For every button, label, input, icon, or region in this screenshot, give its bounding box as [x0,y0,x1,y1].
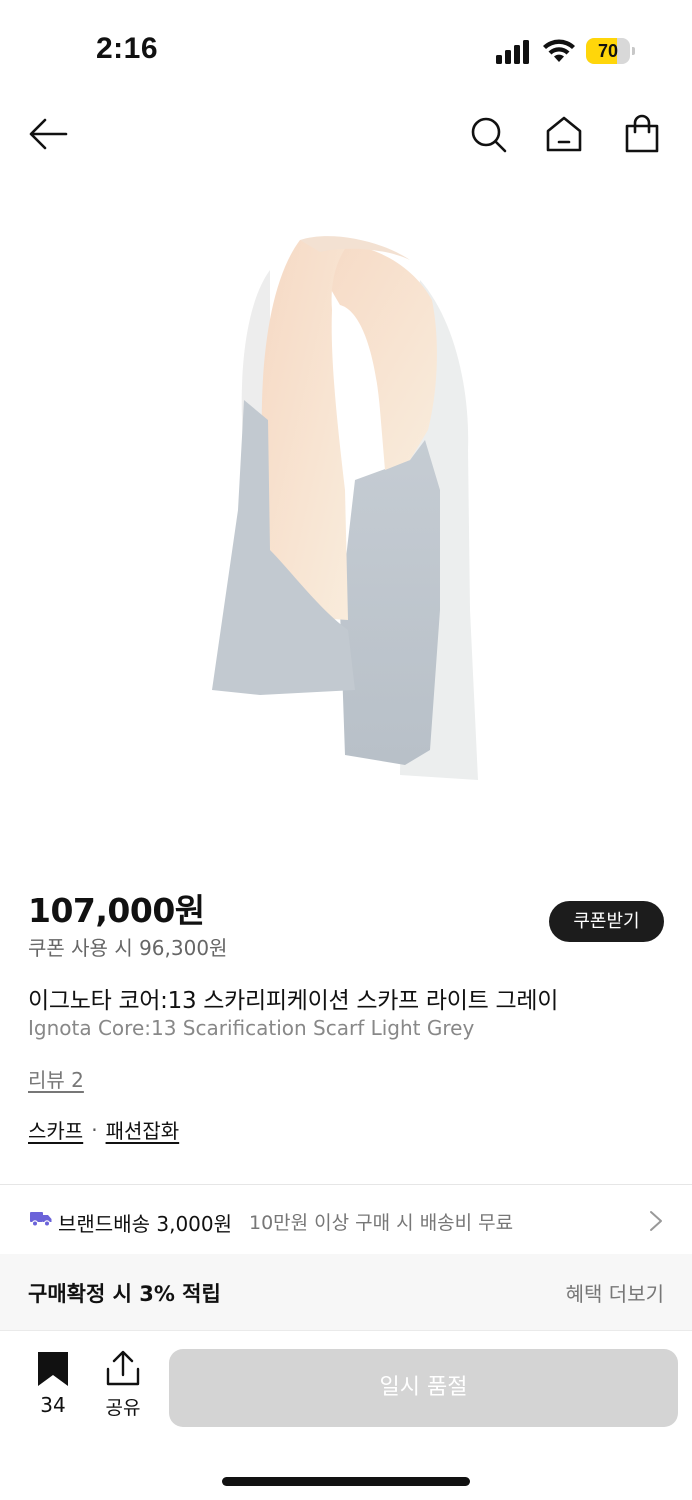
share-button[interactable]: 공유 [98,1350,148,1421]
shipping-info-row[interactable]: 브랜드배송 3,000원 10만원 이상 구매 시 배송비 무료 [0,1186,692,1254]
status-time: 2:16 [96,32,159,65]
search-button[interactable] [466,112,510,156]
coupon-price: 쿠폰 사용 시 96,300원 [28,936,228,960]
bookmark-button[interactable]: 34 [28,1351,78,1421]
divider [0,1184,692,1185]
review-link[interactable]: 리뷰 2 [28,1064,84,1093]
arrow-left-icon [29,118,68,150]
bookmark-icon [38,1352,68,1386]
home-indicator [222,1477,470,1486]
product-price: 107,000원 [28,891,205,930]
home-icon [546,116,582,152]
product-title-english: Ignota Core:13 Scarification Scarf Light… [28,1016,475,1040]
category-link-accessories[interactable]: 패션잡화 [106,1115,180,1144]
bottom-action-bar: 34 공유 일시 품절 [0,1330,692,1500]
bookmark-count: 34 [40,1393,66,1417]
product-image[interactable] [0,190,692,840]
chevron-right-icon [650,1211,662,1231]
shopping-bag-button[interactable] [620,112,664,156]
home-button[interactable] [542,112,586,156]
wifi-icon [543,39,575,62]
share-label: 공유 [105,1397,141,1419]
battery-level: 70 [597,41,619,61]
shipping-fee: 브랜드배송 3,000원 [58,1212,233,1236]
category-breadcrumb: 스카프 · 패션잡화 [28,1115,179,1144]
reward-label: 구매확정 시 3% 적립 [28,1282,221,1306]
free-shipping-note: 10만원 이상 구매 시 배송비 무료 [249,1212,514,1234]
reward-row: 구매확정 시 3% 적립 혜택 더보기 [0,1254,692,1330]
share-icon [106,1350,140,1386]
product-title-korean: 이그노타 코어:13 스카리피케이션 스카프 라이트 그레이 [28,988,559,1014]
status-bar: 2:16 70 [0,0,692,100]
sold-out-button[interactable]: 일시 품절 [169,1349,678,1427]
battery-indicator: 70 [586,38,635,64]
view-benefits-link[interactable]: 혜택 더보기 [566,1278,664,1307]
cellular-signal-icon [496,40,529,64]
truck-icon [30,1212,52,1227]
get-coupon-button[interactable]: 쿠폰받기 [549,901,664,942]
search-icon [471,117,507,153]
category-link-scarf[interactable]: 스카프 [28,1115,83,1144]
back-button[interactable] [26,112,70,156]
shopping-bag-icon [625,114,659,153]
breadcrumb-separator: · [91,1117,98,1142]
